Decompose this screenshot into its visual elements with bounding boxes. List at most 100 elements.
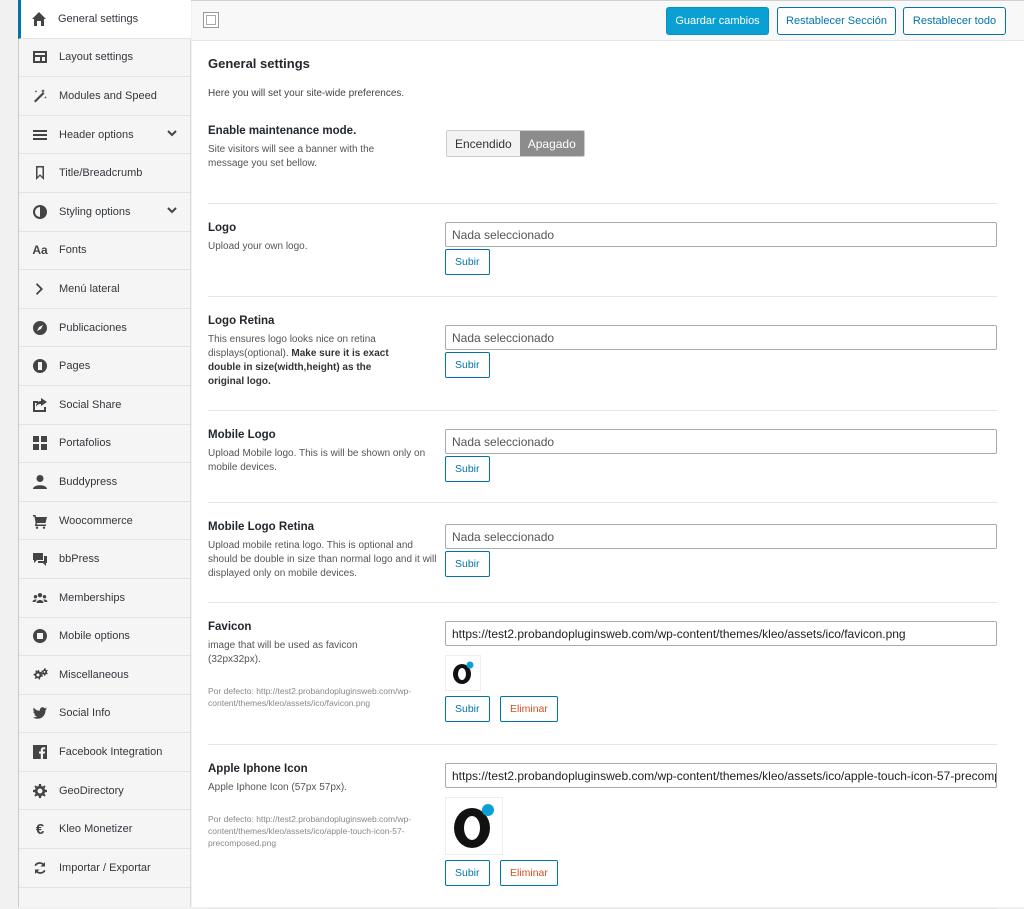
menu-icon <box>31 126 49 144</box>
mobile-logo-upload-button[interactable]: Subir <box>445 456 490 482</box>
sidebar-item-menu-lateral[interactable]: Menú lateral <box>19 270 190 309</box>
sidebar-item-label: General settings <box>58 12 139 25</box>
logo-retina-input[interactable]: Nada seleccionado <box>445 325 997 350</box>
favicon-input[interactable]: https://test2.probandopluginsweb.com/wp-… <box>445 621 997 646</box>
mobile-logo-input[interactable]: Nada seleccionado <box>445 429 997 454</box>
sidebar-item-label: Portafolios <box>59 437 111 450</box>
apple-icon-row: Apple Iphone Icon Apple Iphone Icon (57p… <box>208 745 997 909</box>
apple-icon-image <box>454 804 494 848</box>
page-title: General settings <box>208 56 310 71</box>
logo-row: Logo Upload your own logo. Nada seleccio… <box>208 204 997 297</box>
gear-icon <box>31 782 49 800</box>
maintenance-switch[interactable]: Encendido Apagado <box>446 130 585 157</box>
sidebar-item-mobile-options[interactable]: Mobile options <box>19 618 190 657</box>
sidebar-item-bbpress[interactable]: bbPress <box>19 540 190 579</box>
sidebar-item-woocommerce[interactable]: Woocommerce <box>19 502 190 541</box>
logo-input[interactable]: Nada seleccionado <box>445 222 997 247</box>
page-description: Here you will set your site-wide prefere… <box>208 88 405 99</box>
mobile-logo-retina-input[interactable]: Nada seleccionado <box>445 524 997 549</box>
sidebar-item-layout-settings[interactable]: Layout settings <box>19 39 190 78</box>
sidebar-item-buddypress[interactable]: Buddypress <box>19 463 190 502</box>
reset-all-button[interactable]: Restablecer todo <box>903 7 1006 35</box>
sidebar-item-portafolios[interactable]: Portafolios <box>19 425 190 464</box>
sidebar-item-styling-options[interactable]: Styling options <box>19 193 190 232</box>
chevron-down-icon[interactable] <box>166 204 182 220</box>
sidebar-item-publicaciones[interactable]: Publicaciones <box>19 309 190 348</box>
share-icon <box>31 396 49 414</box>
fonts-icon: Aa <box>32 243 48 258</box>
chevron-down-icon[interactable] <box>166 127 182 143</box>
apple-icon-preview <box>445 797 503 855</box>
sidebar-item-label: Modules and Speed <box>59 89 157 102</box>
facebook-icon <box>31 743 49 761</box>
sidebar-item-label: Title/Breadcrumb <box>59 167 143 180</box>
sidebar-item-geodirectory[interactable]: GeoDirectory <box>19 772 190 811</box>
mobile-logo-desc: Upload Mobile logo. This is will be show… <box>208 448 426 473</box>
reset-section-button[interactable]: Restablecer Sección <box>777 7 896 35</box>
logo-retina-desc: This ensures logo looks nice on retina d… <box>208 333 408 389</box>
mobile-logo-title: Mobile Logo <box>208 429 276 441</box>
favicon-upload-button[interactable]: Subir <box>445 696 490 722</box>
favicon-default: Por defecto: http://test2.probandoplugin… <box>208 686 412 708</box>
chat-icon <box>31 550 49 568</box>
maintenance-row: Enable maintenance mode. Site visitors w… <box>208 110 997 204</box>
favicon-remove-button[interactable]: Eliminar <box>499 696 558 722</box>
apple-icon-upload-button[interactable]: Subir <box>445 860 490 886</box>
bookmark-icon <box>31 164 49 182</box>
sidebar-item-general-settings[interactable]: General settings <box>18 0 191 39</box>
logo-retina-upload-button[interactable]: Subir <box>445 352 490 378</box>
group-icon <box>31 589 49 607</box>
favicon-row: Favicon image that will be used as favic… <box>208 603 997 745</box>
cogs-icon <box>31 666 49 684</box>
grid-icon <box>31 434 49 452</box>
logo-desc: Upload your own logo. <box>208 241 308 252</box>
sidebar-item-memberships[interactable]: Memberships <box>19 579 190 618</box>
sidebar-item-label: Kleo Monetizer <box>59 823 133 836</box>
switch-on-option[interactable]: Encendido <box>447 131 520 156</box>
sidebar-item-kleo-monetizer[interactable]: € Kleo Monetizer <box>19 810 190 850</box>
logo-upload-button[interactable]: Subir <box>445 249 490 275</box>
sidebar-item-label: Layout settings <box>59 51 133 64</box>
sidebar-item-label: Header options <box>59 128 134 141</box>
sidebar-item-title-breadcrumb[interactable]: Title/Breadcrumb <box>19 154 190 193</box>
cart-icon <box>31 512 49 530</box>
main-panel: Guardar cambios Restablecer Sección Rest… <box>192 1 1024 909</box>
sidebar-item-label: Styling options <box>59 205 131 218</box>
sidebar-item-header-options[interactable]: Header options <box>19 116 190 155</box>
apple-icon-input[interactable]: https://test2.probandopluginsweb.com/wp-… <box>445 763 997 788</box>
sidebar-item-label: Facebook Integration <box>59 746 163 759</box>
favicon-preview <box>445 655 481 691</box>
layout-toggle-icon[interactable] <box>203 12 219 28</box>
apple-icon-title: Apple Iphone Icon <box>208 763 308 775</box>
apple-icon-desc: Apple Iphone Icon (57px 57px). <box>208 782 347 793</box>
logo-title: Logo <box>208 222 237 234</box>
maintenance-desc: Site visitors will see a banner with the… <box>208 144 375 169</box>
sidebar-item-label: Menú lateral <box>59 282 120 295</box>
sidebar-item-fonts[interactable]: Aa Fonts <box>19 232 190 271</box>
euro-icon: € <box>35 820 45 838</box>
apple-icon-default: Por defecto: http://test2.probandoplugin… <box>208 814 412 848</box>
magic-wand-icon <box>31 87 49 105</box>
save-button[interactable]: Guardar cambios <box>666 7 769 35</box>
apple-icon-remove-button[interactable]: Eliminar <box>499 860 558 886</box>
favicon-title: Favicon <box>208 621 252 633</box>
sidebar-item-label: Publicaciones <box>59 321 127 334</box>
refresh-icon <box>31 859 49 877</box>
sidebar-item-social-share[interactable]: Social Share <box>19 386 190 425</box>
sidebar-item-social-info[interactable]: Social Info <box>19 695 190 734</box>
sidebar-item-pages[interactable]: Pages <box>19 347 190 386</box>
sidebar-item-facebook-integration[interactable]: Facebook Integration <box>19 733 190 772</box>
mobile-logo-retina-upload-button[interactable]: Subir <box>445 551 490 577</box>
sidebar-item-miscellaneous[interactable]: Miscellaneous <box>19 656 190 695</box>
logo-retina-row: Logo Retina This ensures logo looks nice… <box>208 297 997 411</box>
favicon-desc: image that will be used as favicon (32px… <box>208 640 358 665</box>
switch-off-option[interactable]: Apagado <box>519 131 584 156</box>
favicon-image <box>453 661 474 684</box>
sidebar-item-import-export[interactable]: Importar / Exportar <box>19 849 190 888</box>
sidebar-item-modules-speed[interactable]: Modules and Speed <box>19 77 190 116</box>
sidebar-item-label: Pages <box>59 360 91 373</box>
mobile-logo-retina-row: Mobile Logo Retina Upload mobile retina … <box>208 503 997 603</box>
maintenance-title: Enable maintenance mode. <box>208 125 357 137</box>
sidebar-item-label: Mobile options <box>59 630 130 643</box>
sidebar: General settings Layout settings Modules… <box>18 0 191 907</box>
